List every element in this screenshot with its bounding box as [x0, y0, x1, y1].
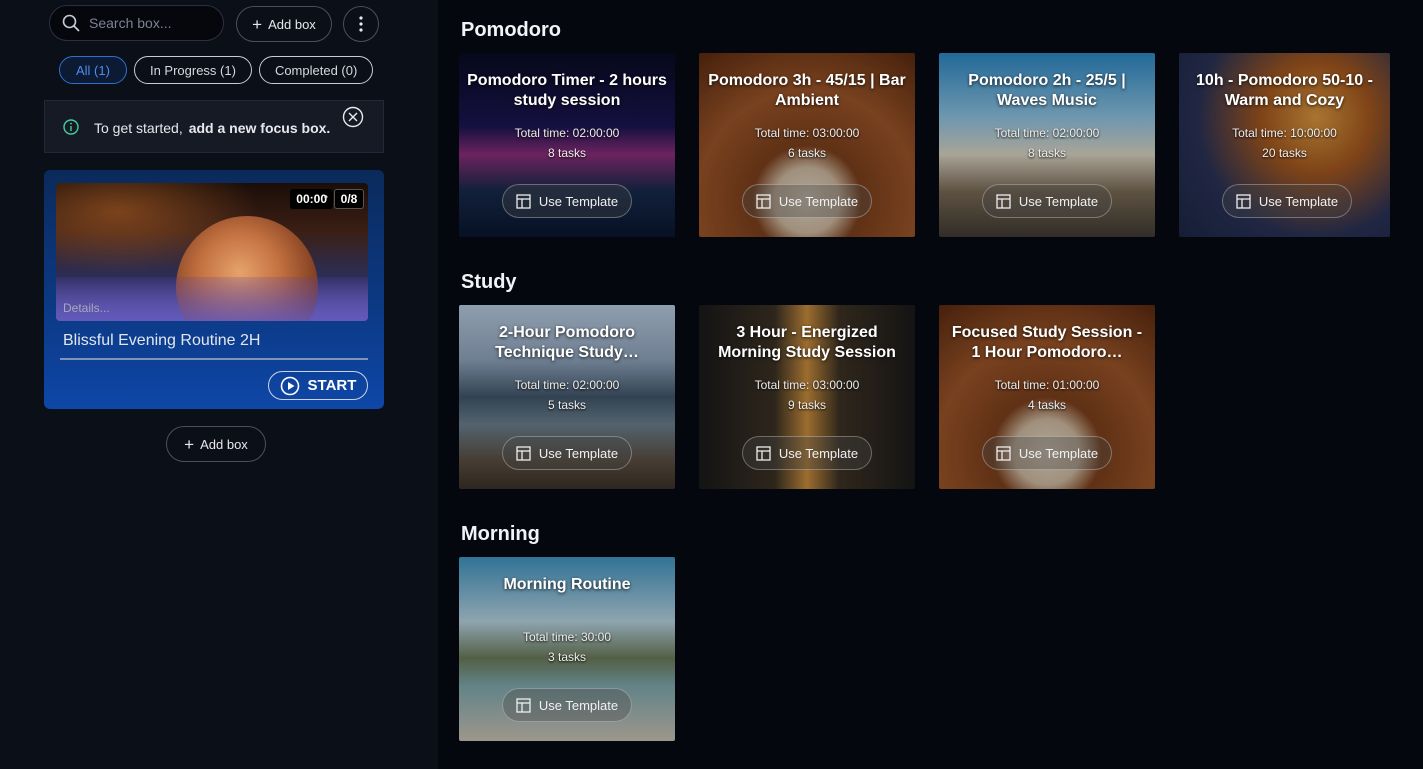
template-title: 10h - Pomodoro 50-10 - Warm and Cozy: [1196, 72, 1373, 109]
use-template-button[interactable]: Use Template: [1222, 184, 1352, 218]
use-template-button[interactable]: Use Template: [502, 184, 632, 218]
notice-message: To get started, add a new focus box.: [94, 120, 330, 136]
use-template-label: Use Template: [778, 445, 859, 461]
more-options-button[interactable]: [343, 6, 379, 42]
use-template-label: Use Template: [538, 193, 619, 209]
template-total-time: Total time: 30:00: [522, 630, 612, 644]
template-total-time: Total time: 03:00:00: [754, 126, 860, 140]
template-card[interactable]: Pomodoro 2h - 25/5 | Waves Music Total t…: [939, 53, 1155, 237]
close-icon[interactable]: [342, 106, 364, 128]
separator-dot: •: [323, 190, 328, 204]
template-icon: [996, 193, 1011, 209]
template-task-count: 3 tasks: [547, 650, 586, 664]
template-title: Pomodoro 3h - 45/15 | Bar Ambient: [708, 72, 906, 109]
plus-icon: +: [252, 14, 263, 34]
template-card[interactable]: 10h - Pomodoro 50-10 - Warm and Cozy Tot…: [1179, 53, 1390, 237]
add-box-button[interactable]: + Add box: [236, 6, 332, 42]
template-total-time: Total time: 03:00:00: [754, 378, 860, 392]
use-template-button[interactable]: Use Template: [982, 184, 1112, 218]
template-total-time: Total time: 02:00:00: [994, 126, 1100, 140]
template-task-count: 8 tasks: [547, 146, 586, 160]
template-title: Morning Routine: [503, 576, 631, 593]
task-progress-badge: 0/8: [334, 189, 364, 209]
use-template-button[interactable]: Use Template: [982, 436, 1112, 470]
template-task-count: 5 tasks: [547, 398, 586, 412]
section-title-pomodoro: Pomodoro: [461, 19, 561, 41]
template-title: 2-Hour Pomodoro Technique Study…: [495, 324, 639, 361]
template-icon: [1236, 193, 1251, 209]
use-template-button[interactable]: Use Template: [742, 436, 872, 470]
template-task-count: 20 tasks: [1262, 146, 1307, 160]
template-card[interactable]: Morning Routine Total time: 30:00 3 task…: [459, 557, 675, 741]
vertical-dots-icon: [359, 16, 363, 32]
template-card[interactable]: Pomodoro 3h - 45/15 | Bar Ambient Total …: [699, 53, 915, 237]
template-title: Pomodoro Timer - 2 hours study session: [467, 72, 667, 109]
template-card[interactable]: Pomodoro Timer - 2 hours study session T…: [459, 53, 675, 237]
use-template-label: Use Template: [1258, 193, 1339, 209]
add-box-bottom-label: Add box: [200, 436, 248, 452]
template-total-time: Total time: 10:00:00: [1232, 126, 1337, 140]
template-title: 3 Hour - Energized Morning Study Session: [718, 324, 896, 361]
getting-started-notice: To get started, add a new focus box.: [44, 100, 384, 153]
template-icon: [756, 193, 771, 209]
details-link[interactable]: Details...: [63, 301, 110, 315]
template-task-count: 8 tasks: [1027, 146, 1066, 160]
template-title: Pomodoro 2h - 25/5 | Waves Music: [968, 72, 1126, 109]
template-task-count: 4 tasks: [1027, 398, 1066, 412]
progress-divider: [60, 358, 368, 360]
template-title: Focused Study Session - 1 Hour Pomodoro…: [951, 324, 1143, 361]
use-template-label: Use Template: [778, 193, 859, 209]
template-task-count: 6 tasks: [787, 146, 826, 160]
template-icon: [516, 445, 531, 461]
template-card[interactable]: Focused Study Session - 1 Hour Pomodoro……: [939, 305, 1155, 489]
add-box-bottom-button[interactable]: + Add box: [166, 426, 266, 462]
use-template-label: Use Template: [1018, 445, 1099, 461]
section-title-morning: Morning: [461, 523, 540, 545]
start-label: START: [307, 377, 357, 394]
use-template-label: Use Template: [538, 697, 619, 713]
template-icon: [996, 445, 1011, 461]
start-button[interactable]: START: [268, 371, 368, 400]
filter-all[interactable]: All (1): [59, 56, 127, 84]
template-total-time: Total time: 02:00:00: [514, 378, 620, 392]
info-icon: [63, 119, 79, 135]
filter-in-progress[interactable]: In Progress (1): [133, 56, 252, 84]
focus-box-title: Blissful Evening Routine 2H: [63, 332, 261, 349]
template-total-time: Total time: 01:00:00: [994, 378, 1100, 392]
sidebar: + Add box All (1) In Progress (1) Comple…: [0, 0, 438, 769]
focus-box-card[interactable]: 00:00 • 0/8 Details... Blissful Evening …: [44, 170, 384, 409]
plus-icon: +: [184, 434, 195, 454]
template-task-count: 9 tasks: [787, 398, 826, 412]
focus-box-image: 00:00 • 0/8 Details...: [56, 183, 368, 321]
use-template-label: Use Template: [1018, 193, 1099, 209]
notice-prefix: To get started,: [94, 120, 183, 136]
play-icon: [280, 376, 299, 395]
use-template-label: Use Template: [538, 445, 619, 461]
filter-chips: All (1) In Progress (1) Completed (0): [59, 56, 374, 84]
template-icon: [516, 697, 531, 713]
search-input[interactable]: [87, 14, 211, 32]
use-template-button[interactable]: Use Template: [742, 184, 872, 218]
template-card[interactable]: 3 Hour - Energized Morning Study Session…: [699, 305, 915, 489]
filter-completed[interactable]: Completed (0): [258, 56, 374, 84]
template-card[interactable]: 2-Hour Pomodoro Technique Study… Total t…: [459, 305, 675, 489]
template-icon: [516, 193, 531, 209]
section-title-study: Study: [461, 271, 517, 293]
add-box-label: Add box: [268, 16, 316, 32]
template-total-time: Total time: 02:00:00: [514, 126, 620, 140]
search-icon: [62, 14, 80, 32]
template-icon: [756, 445, 771, 461]
use-template-button[interactable]: Use Template: [502, 688, 632, 722]
use-template-button[interactable]: Use Template: [502, 436, 632, 470]
notice-emphasis: add a new focus box.: [188, 120, 331, 136]
search-box[interactable]: [49, 5, 224, 41]
